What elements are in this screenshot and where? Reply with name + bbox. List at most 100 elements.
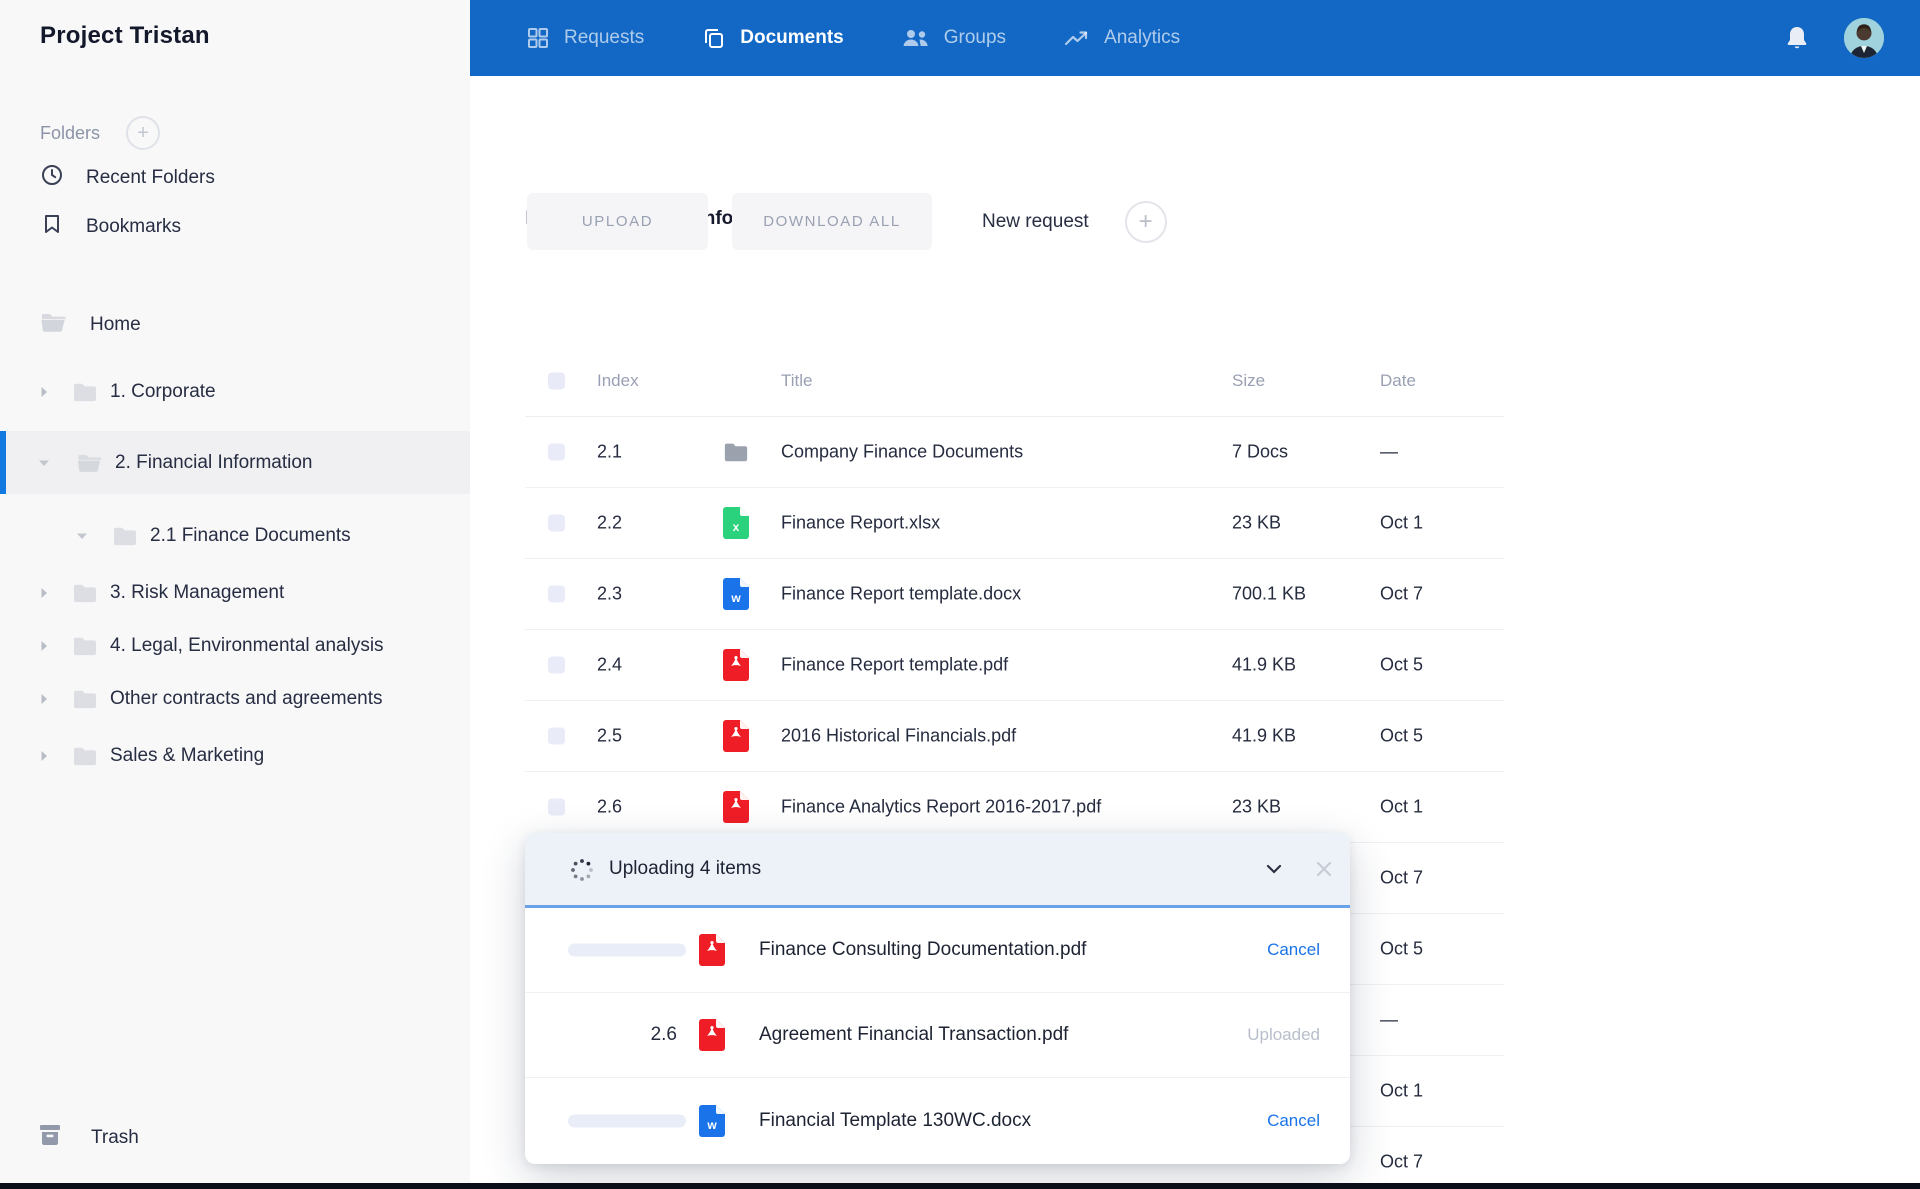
- row-checkbox[interactable]: [548, 728, 565, 745]
- column-header-size: Size: [1232, 371, 1265, 391]
- app-window: Project Tristan Folders + Recent Folders…: [0, 0, 1920, 1189]
- cell-date: Oct 1: [1380, 797, 1423, 818]
- sidebar-item-trash[interactable]: Trash: [37, 1122, 139, 1154]
- sidebar-item-home[interactable]: Home: [40, 310, 141, 340]
- caret-down-icon[interactable]: [36, 455, 52, 471]
- documents-icon: [702, 26, 726, 50]
- caret-right-icon[interactable]: [36, 748, 52, 764]
- cancel-upload-button[interactable]: Cancel: [1267, 940, 1320, 960]
- upload-item-row: w Financial Template 130WC.docx Cancel: [525, 1078, 1350, 1163]
- user-avatar[interactable]: [1844, 18, 1884, 58]
- analytics-icon: [1064, 27, 1090, 49]
- folder-icon: [723, 436, 749, 468]
- table-row[interactable]: 2.52016 Historical Financials.pdf41.9 KB…: [525, 701, 1504, 772]
- cancel-upload-button[interactable]: Cancel: [1267, 1111, 1320, 1131]
- upload-item-name: Finance Consulting Documentation.pdf: [759, 939, 1086, 961]
- caret-right-icon[interactable]: [36, 638, 52, 654]
- cell-index: 2.6: [597, 797, 622, 818]
- tree-item-label: 4. Legal, Environmental analysis: [110, 635, 384, 657]
- add-folder-button[interactable]: +: [126, 116, 160, 150]
- tree-item-1-corporate[interactable]: 1. Corporate: [0, 366, 470, 418]
- file-pdf-icon: [699, 934, 725, 966]
- table-row[interactable]: 2.1Company Finance Documents7 Docs—: [525, 417, 1504, 488]
- cell-date: —: [1380, 442, 1398, 463]
- sidebar-item-bookmarks[interactable]: Bookmarks: [40, 212, 181, 242]
- row-checkbox[interactable]: [548, 515, 565, 532]
- cell-title: 2016 Historical Financials.pdf: [781, 726, 1016, 747]
- groups-icon: [902, 27, 930, 49]
- caret-down-icon[interactable]: [74, 528, 90, 544]
- sidebar-item-recent-folders[interactable]: Recent Folders: [40, 163, 215, 193]
- file-pdf-icon: [723, 649, 749, 681]
- nav-tab-documents[interactable]: Documents: [702, 26, 843, 50]
- spinner-icon: [569, 857, 595, 888]
- upload-modal-title: Uploading 4 items: [609, 858, 761, 880]
- cell-size: 7 Docs: [1232, 442, 1288, 463]
- upload-item-name: Financial Template 130WC.docx: [759, 1110, 1031, 1132]
- caret-right-icon[interactable]: [36, 384, 52, 400]
- tree-item-other-contracts-and-agreements[interactable]: Other contracts and agreements: [0, 673, 470, 725]
- cell-title: Finance Report template.docx: [781, 584, 1021, 605]
- column-header-index: Index: [597, 371, 639, 391]
- select-all-checkbox[interactable]: [548, 373, 565, 390]
- table-row[interactable]: 2.3wFinance Report template.docx700.1 KB…: [525, 559, 1504, 630]
- cell-size: 700.1 KB: [1232, 584, 1306, 605]
- row-checkbox[interactable]: [548, 799, 565, 816]
- nav-tab-groups[interactable]: Groups: [902, 27, 1006, 49]
- column-header-title: Title: [781, 371, 813, 391]
- nav-tab-label: Analytics: [1104, 27, 1180, 49]
- folder-icon: [72, 582, 98, 604]
- upload-item-row: Finance Consulting Documentation.pdf Canc…: [525, 908, 1350, 993]
- upload-progress-modal: Uploading 4 items Finance Consulting Doc…: [525, 833, 1350, 1164]
- cell-size: 23 KB: [1232, 513, 1281, 534]
- top-navigation: Requests Documents Groups Analytics: [470, 0, 1920, 76]
- folder-open-icon: [40, 310, 68, 340]
- cell-index: 2.5: [597, 726, 622, 747]
- tree-item-label: 2. Financial Information: [115, 452, 313, 474]
- upload-button[interactable]: UPLOAD: [527, 193, 708, 250]
- row-checkbox[interactable]: [548, 586, 565, 603]
- cell-date: Oct 1: [1380, 513, 1423, 534]
- trash-icon: [37, 1122, 63, 1154]
- row-checkbox[interactable]: [548, 657, 565, 674]
- close-icon[interactable]: [1313, 858, 1335, 880]
- cell-title: Finance Report template.pdf: [781, 655, 1008, 676]
- file-pdf-icon: [699, 1019, 725, 1051]
- table-header: Index Title Size Date: [525, 346, 1504, 417]
- upload-item-name: Agreement Financial Transaction.pdf: [759, 1024, 1068, 1046]
- sidebar: Project Tristan Folders + Recent Folders…: [0, 0, 470, 1189]
- cell-index: 2.1: [597, 442, 622, 463]
- svg-text:w: w: [706, 1118, 717, 1132]
- cell-date: Oct 1: [1380, 1081, 1423, 1102]
- nav-tab-requests[interactable]: Requests: [526, 26, 644, 50]
- tree-item-2-financial-information[interactable]: 2. Financial Information: [0, 431, 470, 494]
- file-pdf-icon: [723, 720, 749, 752]
- table-row[interactable]: 2.2xFinance Report.xlsx23 KBOct 1: [525, 488, 1504, 559]
- cell-index: 2.4: [597, 655, 622, 676]
- clock-icon: [40, 163, 64, 193]
- folder-icon: [72, 381, 98, 403]
- caret-right-icon[interactable]: [36, 585, 52, 601]
- chevron-down-icon[interactable]: [1263, 858, 1285, 880]
- file-pdf-icon: [723, 791, 749, 823]
- tree-item-label: 1. Corporate: [110, 381, 216, 403]
- table-row[interactable]: 2.4Finance Report template.pdf41.9 KBOct…: [525, 630, 1504, 701]
- tree-item-2-1-finance-documents[interactable]: 2.1 Finance Documents: [0, 510, 470, 562]
- nav-tab-label: Documents: [740, 27, 843, 49]
- tree-item-sales-marketing[interactable]: Sales & Marketing: [0, 730, 470, 782]
- upload-item-row: 2.6Agreement Financial Transaction.pdfUp…: [525, 993, 1350, 1078]
- plus-circle-icon: +: [1125, 201, 1167, 243]
- tree-item-3-risk-management[interactable]: 3. Risk Management: [0, 567, 470, 619]
- caret-right-icon[interactable]: [36, 691, 52, 707]
- folders-section-label: Folders: [40, 123, 100, 144]
- tree-item-4-legal-environmental-analysis[interactable]: 4. Legal, Environmental analysis: [0, 620, 470, 672]
- cell-date: Oct 5: [1380, 939, 1423, 960]
- upload-modal-header: Uploading 4 items: [525, 833, 1350, 905]
- download-all-button[interactable]: DOWNLOAD ALL: [732, 193, 932, 250]
- row-checkbox[interactable]: [548, 444, 565, 461]
- notifications-bell-icon[interactable]: [1784, 24, 1810, 52]
- column-header-date: Date: [1380, 371, 1416, 391]
- new-request-button[interactable]: New request +: [982, 193, 1167, 250]
- uploaded-status-label: Uploaded: [1247, 1025, 1320, 1045]
- nav-tab-analytics[interactable]: Analytics: [1064, 27, 1180, 49]
